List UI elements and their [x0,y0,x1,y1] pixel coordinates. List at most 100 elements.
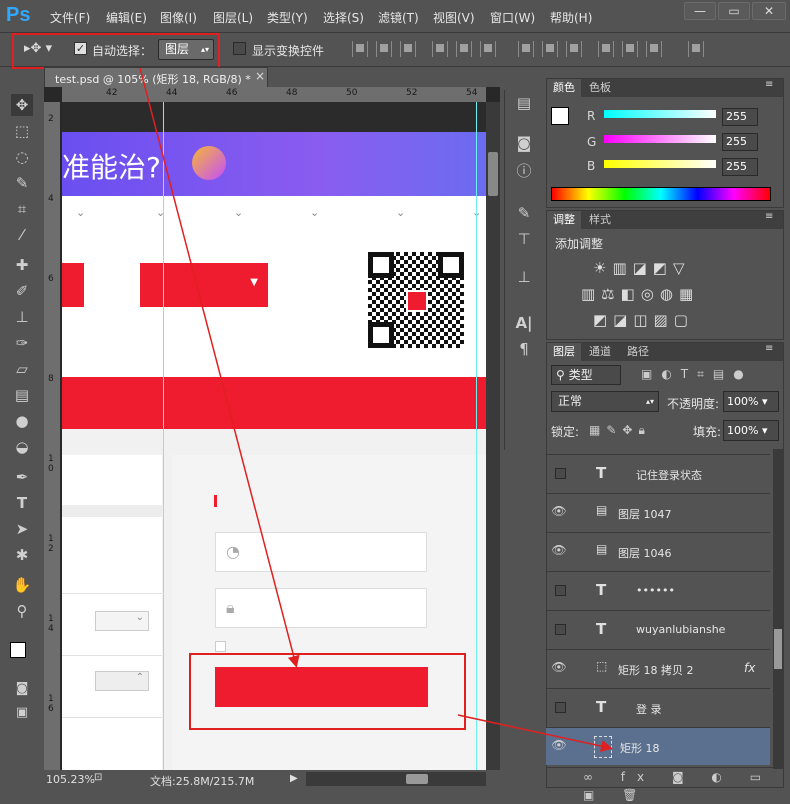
hand-tool-icon[interactable]: ✋ [11,574,33,596]
move-tool-icon[interactable]: ✥ [11,94,33,116]
zoom-tool-icon[interactable]: ⚲ [11,600,33,622]
quick-mask-icon[interactable]: ◙ [11,678,33,700]
maximize-button[interactable]: ▭ [718,2,750,20]
stamp-tool-icon[interactable]: ⊥ [11,306,33,328]
layer-row[interactable]: T •••••• [546,571,770,609]
quick-select-tool-icon[interactable]: ✎ [11,172,33,194]
visibility-toggle[interactable] [555,624,566,635]
menu-view[interactable]: 视图(V) [433,9,475,26]
eraser-tool-icon[interactable]: ▱ [11,358,33,380]
tab-color[interactable]: 颜色 [547,79,581,97]
password-field[interactable]: 🔒︎ [215,588,427,628]
brushes-icon[interactable]: ✎ [513,202,535,224]
adjustment-icons-row2[interactable]: ▥⚖◧◎◍▦ [581,285,731,303]
shape-tool-icon[interactable]: ✱ [11,544,33,566]
opacity-field[interactable]: 100% ▾ [723,391,779,412]
adjustment-icons-row3[interactable]: ◩◪◫▨▢ [593,311,713,329]
close-window-button[interactable]: ✕ [752,2,786,20]
align-bottom-icon[interactable] [400,41,416,57]
path-select-tool-icon[interactable]: ➤ [11,518,33,540]
align-hcenter-icon[interactable] [456,41,472,57]
remember-checkbox[interactable] [215,641,226,652]
distribute-right-icon[interactable] [646,41,662,57]
color-spectrum[interactable] [551,187,771,201]
layer-row[interactable]: T wuyanlubianshe [546,610,770,648]
panel-menu-icon[interactable]: ≡ [765,79,773,90]
brush-tool-icon[interactable]: ✐ [11,280,33,302]
g-value[interactable]: 255 [722,133,758,151]
eye-icon[interactable]: 👁︎ [550,543,568,561]
character-icon[interactable]: A| [513,312,535,334]
minimize-button[interactable]: — [684,2,716,20]
layer-row[interactable]: 👁︎ ▤ 图层 1046 [546,532,770,570]
distribute-hcenter-icon[interactable] [622,41,638,57]
eyedropper-tool-icon[interactable]: ⁄ [11,224,33,246]
eye-icon[interactable]: 👁︎ [550,738,568,756]
visibility-toggle[interactable] [555,702,566,713]
blend-mode-dropdown[interactable]: 正常 ▴▾ [551,391,659,412]
menu-filter[interactable]: 滤镜(T) [378,9,419,26]
screen-mode-icon[interactable]: ▣ [11,702,33,724]
crop-tool-icon[interactable]: ⌗ [11,198,33,220]
layers-footer-icons[interactable]: ∞ fx ◙ ◐ ▭ ▣ 🗑︎ [547,767,783,802]
pen-tool-icon[interactable]: ✒ [11,466,33,488]
tool-presets-icon[interactable]: ⊤ [513,228,535,250]
tab-paths[interactable]: 路径 [621,343,655,361]
tab-close-icon[interactable]: × [255,69,265,83]
document-tab[interactable]: test.psd @ 105% (矩形 18, RGB/8) * × [44,67,268,87]
layers-scrollbar[interactable] [773,449,783,769]
fg-color-swatch[interactable] [551,107,569,125]
lasso-tool-icon[interactable]: ◌ [11,146,33,168]
layer-row[interactable]: 👁︎ ▤ 图层 1047 [546,493,770,531]
align-right-icon[interactable] [480,41,496,57]
menu-edit[interactable]: 编辑(E) [106,9,147,26]
layer-filter-dropdown[interactable]: ⚲ 类型 [551,365,621,385]
scroll-thumb[interactable] [774,629,782,669]
distribute-bottom-icon[interactable] [566,41,582,57]
select-box[interactable]: ⌃ [95,671,149,691]
marquee-tool-icon[interactable]: ⬚ [11,120,33,142]
align-left-icon[interactable] [432,41,448,57]
distribute-left-icon[interactable] [598,41,614,57]
paragraph-icon[interactable]: ¶ [513,338,535,360]
distribute-top-icon[interactable] [518,41,534,57]
fill-field[interactable]: 100% ▾ [723,420,779,441]
camera-icon[interactable]: ◙ [513,132,535,154]
layer-row[interactable]: T 登 录 [546,688,770,726]
menu-arrow-icon[interactable]: ▶ [290,773,298,784]
menu-layer[interactable]: 图层(L) [213,9,253,26]
layer-row-selected[interactable]: 👁︎ 矩形 18 [546,727,770,765]
blur-tool-icon[interactable]: ● [11,410,33,432]
healing-tool-icon[interactable]: ✚ [11,254,33,276]
menu-image[interactable]: 图像(I) [160,9,197,26]
distribute-vcenter-icon[interactable] [542,41,558,57]
panel-menu-icon[interactable]: ≡ [765,343,773,354]
menu-help[interactable]: 帮助(H) [550,9,592,26]
gradient-tool-icon[interactable]: ▤ [11,384,33,406]
visibility-toggle[interactable] [555,585,566,596]
lock-icons[interactable]: ▦✎✥🔒︎ [589,423,669,439]
menu-select[interactable]: 选择(S) [323,9,364,26]
menu-file[interactable]: 文件(F) [50,9,90,26]
vertical-scrollbar[interactable] [486,102,500,770]
scroll-thumb[interactable] [488,152,498,196]
type-tool-icon[interactable]: T [11,492,33,514]
filter-icons[interactable]: ▣◐T⌗▤● [641,367,781,383]
history-icon[interactable]: ▤ [513,92,535,114]
menu-type[interactable]: 类型(Y) [267,9,308,26]
history-brush-tool-icon[interactable]: ✑ [11,332,33,354]
info-icon[interactable]: ⓘ [513,160,535,182]
panel-menu-icon[interactable]: ≡ [765,211,773,222]
tab-channels[interactable]: 通道 [583,343,617,361]
tab-layers[interactable]: 图层 [547,343,581,361]
fx-badge[interactable]: fx [744,661,755,675]
auto-align-icon[interactable] [688,41,704,57]
username-field[interactable]: ◔ [215,532,427,572]
align-vcenter-icon[interactable] [376,41,392,57]
r-value[interactable]: 255 [722,108,758,126]
r-slider[interactable] [604,110,716,118]
dodge-tool-icon[interactable]: ◒ [11,436,33,458]
layer-row[interactable]: T 记住登录状态 [546,454,770,492]
eye-icon[interactable]: 👁︎ [550,660,568,678]
tab-adjustments[interactable]: 调整 [547,211,581,229]
